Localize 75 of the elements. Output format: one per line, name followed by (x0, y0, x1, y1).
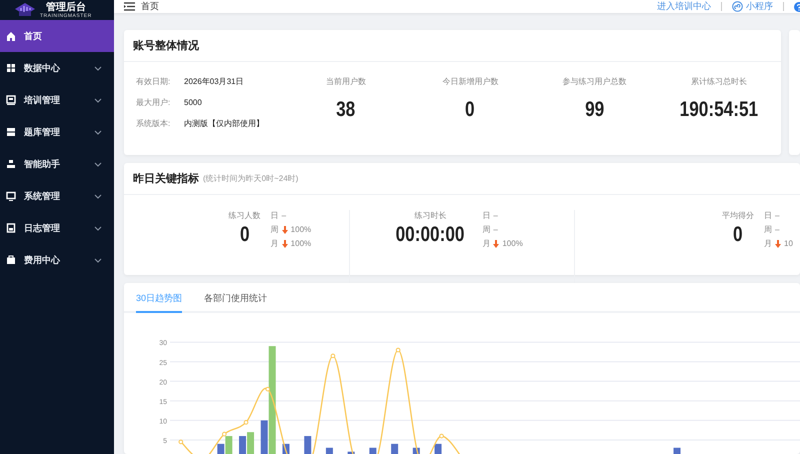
change-value: 100% (290, 238, 312, 250)
data-point (178, 440, 184, 444)
sidebar-item[interactable]: 系统管理 (0, 180, 114, 212)
sidebar-item[interactable]: 智能助手 (0, 148, 114, 180)
bar (434, 444, 442, 454)
data-point (439, 434, 444, 438)
stat-value: 0 (466, 97, 476, 123)
card-title: 账号整体情况 (133, 38, 199, 53)
data-point (222, 432, 227, 436)
period-label: 周 (764, 224, 772, 236)
metric-label: 平均得分 (722, 210, 754, 222)
metric-label: 练习时长 (414, 210, 446, 222)
metric-value: 0 (733, 222, 743, 248)
metric-value: 00:00:00 (396, 222, 465, 248)
sidebar-item[interactable]: 培训管理 (0, 84, 114, 116)
sidebar-item[interactable]: 题库管理 (0, 116, 114, 148)
period-label: 日 (270, 210, 279, 222)
bar (348, 452, 355, 454)
stack-icon (6, 127, 16, 137)
board-icon (6, 95, 16, 105)
change-value: – (493, 210, 498, 222)
document-icon (6, 223, 16, 233)
stat-label: 今日新增用户数 (442, 76, 498, 88)
card-subtitle: (统计时间为昨天0时~24时) (203, 173, 298, 184)
info-label: 最大用户: (136, 97, 172, 109)
stat-value: 190:54:51 (680, 97, 758, 123)
data-point (396, 348, 400, 352)
breadcrumb[interactable]: 首页 (141, 0, 159, 13)
stat-label: 当前用户数 (326, 76, 366, 88)
info-value: 2026年03月31日 (184, 76, 244, 88)
info-value: 5000 (184, 97, 202, 109)
sidebar-item[interactable]: 首页 (0, 20, 114, 52)
bar (326, 448, 333, 454)
menu-icon (124, 2, 135, 11)
change-value: 10 (784, 238, 793, 250)
data-point (265, 386, 270, 392)
stat-value: 38 (336, 97, 356, 123)
period-label: 日 (482, 210, 490, 222)
bar (304, 436, 312, 454)
bar (674, 448, 681, 454)
home-icon (6, 31, 16, 41)
info-label: 系统版本: (136, 118, 172, 130)
change-value: 100% (502, 238, 523, 250)
period-label: 月 (270, 238, 279, 250)
change-value: – (775, 210, 780, 222)
info-label: 有效日期: (136, 76, 172, 88)
sidebar-item[interactable]: 数据中心 (0, 52, 114, 84)
stat-label: 参与练习用户总数 (562, 76, 627, 88)
period-label: 周 (270, 224, 279, 236)
sidebar-item[interactable]: 日志管理 (0, 212, 114, 244)
period-label: 月 (764, 238, 772, 250)
metric-value: 0 (240, 222, 250, 248)
link-icon (732, 1, 743, 12)
data-point (330, 354, 336, 358)
card-title: 昨日关键指标 (133, 172, 199, 186)
sidebar-item[interactable]: 费用中心 (0, 244, 114, 276)
change-value: – (775, 224, 780, 236)
period-label: 周 (482, 224, 490, 236)
period-label: 日 (764, 210, 772, 222)
graduation-cap-icon (14, 1, 36, 19)
data-point (244, 420, 248, 425)
change-value: – (493, 224, 498, 236)
change-value: – (282, 210, 286, 222)
change-value: 100% (290, 224, 312, 236)
metric-label: 练习人数 (228, 210, 261, 222)
period-label: 月 (482, 238, 490, 250)
bar (391, 444, 398, 454)
tab[interactable]: 各部门使用统计 (204, 283, 268, 313)
logo-title: 管理后台 (46, 2, 86, 12)
stat-value: 99 (585, 97, 604, 123)
bar (369, 448, 376, 454)
grid-icon (6, 63, 16, 73)
stat-label: 累计练习总时长 (690, 76, 747, 88)
info-value: 内测版【仅内部使用】 (184, 118, 264, 130)
monitor-icon (6, 191, 16, 201)
